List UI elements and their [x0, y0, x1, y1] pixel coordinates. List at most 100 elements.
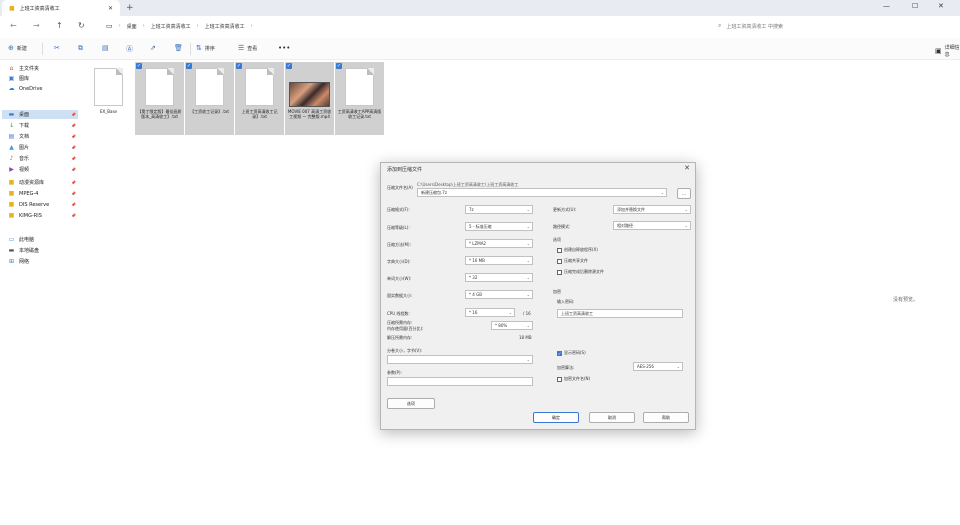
solid-size-select[interactable]: * 4 GB ⌄ — [465, 290, 533, 299]
share-icon[interactable]: ⇗ — [150, 44, 156, 52]
pin-icon: 📌 — [71, 191, 76, 196]
shared-files-checkbox[interactable]: 压缩共享文件 — [557, 258, 588, 264]
search-box[interactable]: ⌕ 上班工资高清收工 中搜索 — [712, 19, 952, 33]
options-button[interactable]: 选项 — [387, 398, 435, 409]
password-input[interactable]: 上班工资高清收工 — [557, 309, 683, 318]
pin-icon: 📌 — [71, 202, 76, 207]
browse-button[interactable]: ... — [677, 188, 691, 199]
up-icon[interactable]: ↑ — [56, 21, 63, 30]
back-icon[interactable]: ← — [10, 21, 17, 30]
file-item[interactable]: ✓ 【工资收工记录】.txt — [185, 62, 234, 135]
breadcrumb-item[interactable]: 桌面 — [127, 23, 137, 30]
new-button[interactable]: ⊕ 新建 — [8, 44, 27, 52]
checkbox-icon[interactable]: ✓ — [136, 63, 142, 69]
cpu-threads-select[interactable]: * 16 ⌄ — [465, 308, 515, 317]
sidebar-item-folder[interactable]: ■ DIS Reserve 📌 — [8, 200, 78, 209]
checkbox-icon[interactable]: ✓ — [336, 63, 342, 69]
folder-icon: ■ — [8, 212, 15, 219]
search-input[interactable]: 上班工资高清收工 中搜索 — [726, 23, 783, 30]
sidebar-item-drive[interactable]: ▬ 本地磁盘 — [8, 246, 78, 255]
preview-pane-text: 没有预览。 — [893, 297, 919, 303]
sidebar-item-onedrive[interactable]: ☁ OneDrive — [8, 84, 78, 93]
path-mode-select[interactable]: 相对路径 ⌄ — [613, 221, 691, 230]
paste-icon[interactable]: ▤ — [102, 44, 109, 52]
word-size-select[interactable]: * 32 ⌄ — [465, 273, 533, 282]
file-item[interactable]: ✓ 【奥丁限定版】最佳画质版本_高清收工】.txt — [135, 62, 184, 135]
maximize-button[interactable]: ☐ — [912, 2, 918, 10]
tab-close-icon[interactable]: ✕ — [108, 5, 113, 12]
show-password-checkbox[interactable]: ✓ 显示密码(S) — [557, 350, 586, 356]
file-item[interactable]: ✓ 工资高清收工APP高清版收工记录.txt — [335, 62, 384, 135]
sidebar-item-music[interactable]: ♪ 音乐 📌 — [8, 154, 78, 163]
command-bar: ⊕ 新建 ✂ ⧉ ▤ Ⓐ ⇗ 🗑 ⇅ 排序 ☰ 查看 ••• ▣ 详细信息 — [0, 38, 960, 60]
view-button[interactable]: ☰ 查看 — [238, 44, 257, 52]
dictionary-select[interactable]: * 16 MB ⌄ — [465, 256, 533, 265]
chevron-down-icon: ⌄ — [526, 292, 530, 297]
format-select[interactable]: 7z ⌄ — [465, 205, 533, 214]
forward-icon[interactable]: → — [33, 21, 40, 30]
encryption-method-select[interactable]: AES-256 ⌄ — [633, 362, 683, 371]
chevron-down-icon: ⌄ — [526, 275, 530, 280]
copy-icon[interactable]: ⧉ — [78, 44, 83, 53]
method-select[interactable]: * LZMA2 ⌄ — [465, 239, 533, 248]
cancel-button[interactable]: 取消 — [589, 412, 635, 423]
cut-icon[interactable]: ✂ — [54, 44, 60, 52]
file-item[interactable]: ✓ MOVIE 007 高清工资收工视频 — 完整版.mp4 — [285, 62, 334, 135]
sidebar-item-home[interactable]: ⌂ 主文件夹 — [8, 64, 78, 73]
sidebar-item-folder[interactable]: ■ KIMG-RIS 📌 — [8, 211, 78, 220]
new-tab-icon[interactable]: + — [126, 3, 134, 13]
details-button[interactable]: ▣ 详细信息 — [935, 44, 960, 58]
level-select[interactable]: 5 - 标准压缩 ⌄ — [465, 222, 533, 231]
sidebar-item-videos[interactable]: ▶ 视频 📌 — [8, 165, 78, 174]
checkbox-icon[interactable]: ✓ — [236, 63, 242, 69]
file-item[interactable]: ✓ 上班工资高清收工记录】.txt — [235, 62, 284, 135]
sidebar-item-gallery[interactable]: ▣ 图库 — [8, 74, 78, 83]
sort-icon: ⇅ — [196, 44, 202, 52]
parameters-input[interactable] — [387, 377, 533, 386]
breadcrumb[interactable]: ▭ › 桌面 › 上班工资高清收工 › 上班工资高清收工 › — [100, 19, 700, 33]
document-icon — [245, 68, 274, 106]
sort-button[interactable]: ⇅ 排序 — [196, 44, 215, 52]
breadcrumb-item[interactable]: 上班工资高清收工 — [151, 23, 191, 30]
sfx-checkbox[interactable]: 创建自释放程序(X) — [557, 247, 598, 253]
view-icon: ☰ — [238, 44, 245, 52]
chevron-down-icon: ⌄ — [526, 258, 530, 263]
sidebar-item-downloads[interactable]: ↓ 下载 📌 — [8, 121, 78, 130]
help-button[interactable]: 帮助 — [643, 412, 689, 423]
sidebar-item-folder[interactable]: ■ MPEG-4 📌 — [8, 189, 78, 198]
file-item[interactable]: EX_Base — [84, 62, 133, 135]
update-mode-select[interactable]: 添加并替换文件 ⌄ — [613, 205, 691, 214]
pin-icon: 📌 — [71, 167, 76, 172]
title-bar: ■ 上班工资高清收工 ✕ + — ☐ ✕ — [0, 0, 960, 16]
delete-after-checkbox[interactable]: 压缩完成后删除源文件 — [557, 269, 604, 275]
address-bar: ← → ↑ ↻ ▭ › 桌面 › 上班工资高清收工 › 上班工资高清收工 › ⌕… — [0, 16, 960, 36]
sidebar-item-network[interactable]: ⊞ 网络 — [8, 257, 78, 266]
sidebar-item-this-pc[interactable]: ▭ 此电脑 — [8, 235, 78, 244]
archive-name-input[interactable]: 新建压缩包.7z ⌄ — [417, 188, 667, 197]
sidebar-item-pictures[interactable]: ▲ 图片 📌 — [8, 143, 78, 152]
sidebar-item-folder[interactable]: ■ 动漫资源库 📌 — [8, 178, 78, 187]
document-icon — [94, 68, 123, 106]
checkbox-icon[interactable]: ✓ — [186, 63, 192, 69]
sidebar-item-desktop[interactable]: ▬ 桌面 📌 — [2, 110, 78, 119]
close-button[interactable]: ✕ — [938, 2, 944, 10]
pin-icon: 📌 — [71, 156, 76, 161]
more-icon[interactable]: ••• — [278, 44, 290, 52]
ok-button[interactable]: 确定 — [533, 412, 579, 423]
breadcrumb-item[interactable]: 上班工资高清收工 — [205, 23, 245, 30]
checkbox-icon[interactable]: ✓ — [286, 63, 292, 69]
delete-icon[interactable]: 🗑 — [174, 44, 183, 52]
split-size-select[interactable]: ⌄ — [387, 355, 533, 364]
tab-folder[interactable]: ■ 上班工资高清收工 ✕ — [2, 0, 120, 16]
encrypt-names-checkbox[interactable]: 加密文件名(N) — [557, 376, 590, 382]
refresh-icon[interactable]: ↻ — [78, 21, 85, 30]
chevron-down-icon: ⌄ — [684, 207, 688, 212]
drive-icon: ▬ — [8, 247, 15, 254]
tab-title: 上班工资高清收工 — [19, 5, 60, 12]
folder-icon: ■ — [8, 190, 15, 197]
rename-icon[interactable]: Ⓐ — [126, 44, 133, 54]
close-icon[interactable]: ✕ — [684, 164, 690, 172]
sidebar-item-documents[interactable]: ▤ 文档 📌 — [8, 132, 78, 141]
minimize-button[interactable]: — — [883, 2, 890, 10]
memory-usage-select[interactable]: * 80% ⌄ — [491, 321, 533, 330]
